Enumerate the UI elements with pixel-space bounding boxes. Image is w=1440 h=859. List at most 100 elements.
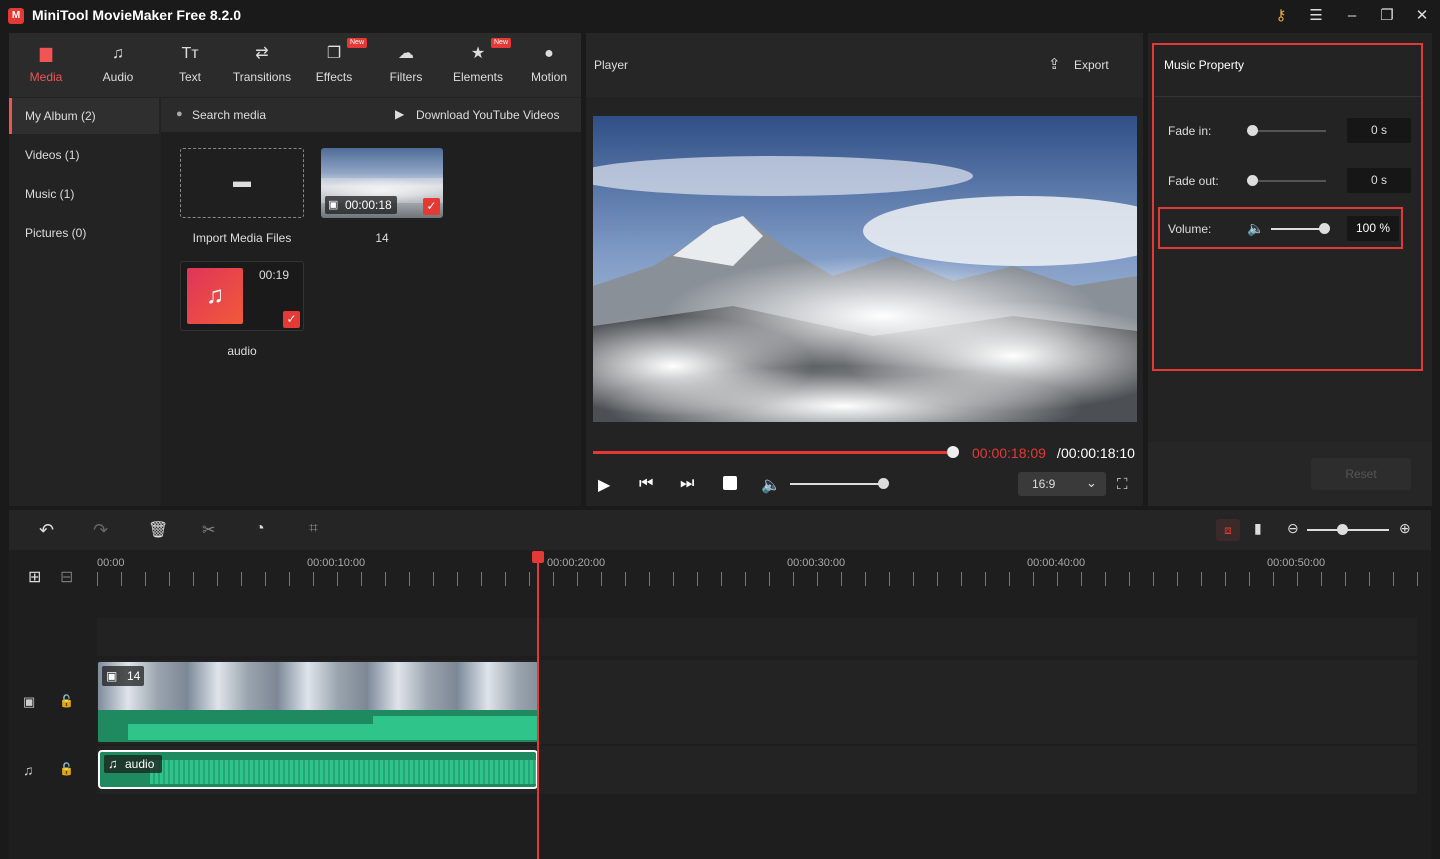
film-icon: ▣ bbox=[106, 669, 118, 683]
filters-icon: ☁ bbox=[398, 45, 414, 62]
remove-track-icon[interactable]: ⊟ bbox=[60, 567, 73, 587]
tab-transitions[interactable]: ⇄ Transitions bbox=[227, 33, 297, 97]
video-name: 14 bbox=[375, 231, 389, 245]
zoom-slider[interactable] bbox=[1307, 529, 1389, 531]
fade-in-handle[interactable] bbox=[1247, 125, 1258, 136]
tab-effects[interactable]: ❐ New Effects bbox=[299, 33, 369, 97]
empty-track bbox=[97, 618, 1417, 656]
lock-icon[interactable]: 🔓 bbox=[59, 762, 74, 776]
ruler-ticks bbox=[97, 572, 1419, 586]
video-frame-image bbox=[593, 116, 1137, 422]
track-header-column: ⊞ ⊟ ▣ 🔓 ♫ 🔓 bbox=[9, 550, 97, 859]
search-icon: ● bbox=[176, 108, 183, 120]
key-icon[interactable]: ⚷ bbox=[1270, 6, 1292, 26]
new-badge: New bbox=[347, 38, 368, 48]
audio-duration: 00:19 bbox=[259, 268, 290, 282]
minimize-icon[interactable]: – bbox=[1341, 6, 1363, 26]
timeline-ruler: 00:00 00:00:10:00 00:00:20:00 00:00:30:0… bbox=[97, 550, 1431, 590]
tab-audio[interactable]: ♫ Audio bbox=[83, 33, 153, 97]
speaker-icon[interactable]: 🔈 bbox=[1247, 220, 1264, 237]
fade-in-value[interactable]: 0 s bbox=[1347, 118, 1411, 143]
download-youtube-link[interactable]: Download YouTube Videos bbox=[416, 108, 559, 122]
player-volume-handle[interactable] bbox=[878, 478, 889, 489]
folder-icon: ▬ bbox=[233, 171, 251, 191]
album-item-music[interactable]: Music (1) bbox=[9, 176, 159, 212]
lock-icon[interactable]: 🔓 bbox=[59, 694, 74, 708]
clip-label-chip: ▣ 14 bbox=[102, 666, 144, 686]
tab-elements[interactable]: ★ New Elements bbox=[443, 33, 513, 97]
redo-icon[interactable]: ↷ bbox=[93, 520, 108, 541]
main-toolbar: ▆ Media ♫ Audio Tт Text ⇄ Transitions ❐ … bbox=[9, 33, 581, 97]
player-volume-track[interactable] bbox=[790, 483, 884, 485]
current-time: 00:00:18:09 bbox=[972, 445, 1046, 461]
add-track-icon[interactable]: ⊞ bbox=[28, 567, 41, 587]
audio-clip-waveform bbox=[150, 760, 536, 784]
tab-motion[interactable]: ● Motion bbox=[514, 33, 584, 97]
import-label: Import Media Files bbox=[192, 231, 292, 245]
music-note-icon: ♫ bbox=[108, 756, 118, 771]
speaker-icon[interactable]: 🔈 bbox=[761, 475, 781, 495]
fade-in-slider[interactable] bbox=[1252, 130, 1326, 132]
playhead-handle[interactable] bbox=[532, 551, 544, 563]
playback-progress-handle[interactable] bbox=[947, 446, 959, 458]
audio-thumbnail[interactable]: ♫ 00:19 ✓ bbox=[180, 261, 304, 331]
search-bar: ● Search media ▶ Download YouTube Videos bbox=[161, 98, 581, 132]
stop-icon[interactable] bbox=[723, 476, 737, 490]
maximize-icon[interactable]: ❐ bbox=[1376, 6, 1398, 26]
fade-out-handle[interactable] bbox=[1247, 175, 1258, 186]
checkbox-checked-icon[interactable]: ✓ bbox=[423, 198, 440, 215]
fade-out-slider[interactable] bbox=[1252, 180, 1326, 182]
video-clip-waveform bbox=[98, 710, 538, 742]
zoom-out-icon[interactable]: ⊖ bbox=[1287, 520, 1299, 537]
ruler-tick-label: 00:00:40:00 bbox=[1027, 557, 1086, 569]
aspect-ratio-select[interactable]: 16:9 ⌄ bbox=[1018, 472, 1106, 496]
snap-icon[interactable]: ⧈ bbox=[1216, 519, 1240, 541]
audio-track-icon: ♫ bbox=[23, 762, 34, 778]
playhead-line[interactable] bbox=[537, 552, 539, 859]
search-input[interactable]: Search media bbox=[192, 108, 266, 122]
fade-out-value[interactable]: 0 s bbox=[1347, 168, 1411, 193]
import-media-tile[interactable]: ▬ bbox=[180, 148, 304, 218]
next-frame-icon[interactable]: ⏭ bbox=[680, 475, 694, 493]
playback-progress-fill bbox=[593, 451, 953, 454]
delete-icon[interactable]: 🗑 bbox=[148, 520, 168, 540]
fullscreen-icon[interactable]: ⛶ bbox=[1117, 476, 1128, 493]
audio-clip-label: audio bbox=[125, 757, 155, 771]
split-icon[interactable]: ✂ bbox=[202, 520, 215, 540]
youtube-icon: ▶ bbox=[395, 107, 405, 121]
video-preview bbox=[593, 116, 1137, 422]
checkbox-checked-icon[interactable]: ✓ bbox=[283, 311, 300, 328]
zoom-handle[interactable] bbox=[1337, 524, 1348, 535]
audio-clip[interactable]: ♫ audio bbox=[98, 750, 538, 789]
volume-value[interactable]: 100 % bbox=[1347, 216, 1399, 241]
crop-icon[interactable]: ⌗ bbox=[309, 520, 318, 538]
undo-icon[interactable]: ↶ bbox=[39, 520, 54, 541]
menu-icon[interactable]: ☰ bbox=[1305, 6, 1327, 26]
fit-icon[interactable]: ▮ bbox=[1254, 520, 1262, 537]
tab-text[interactable]: Tт Text bbox=[155, 33, 225, 97]
app-title: MiniTool MovieMaker Free 8.2.0 bbox=[32, 7, 242, 23]
motion-icon: ● bbox=[544, 45, 554, 62]
export-button[interactable]: Export bbox=[1074, 58, 1109, 72]
tab-media[interactable]: ▆ Media bbox=[11, 33, 81, 97]
video-clip[interactable]: ▣ 14 bbox=[98, 662, 538, 742]
duration-chip: ▣ 00:00:18 bbox=[325, 196, 397, 214]
volume-handle[interactable] bbox=[1319, 223, 1330, 234]
zoom-in-icon[interactable]: ⊕ bbox=[1399, 520, 1411, 537]
waveform-low bbox=[128, 724, 378, 740]
play-icon[interactable]: ▶ bbox=[598, 475, 610, 495]
video-clip-frames bbox=[98, 662, 538, 710]
new-badge: New bbox=[491, 38, 512, 48]
album-item-pictures[interactable]: Pictures (0) bbox=[9, 215, 159, 251]
album-item-my-album[interactable]: My Album (2) bbox=[9, 98, 159, 134]
previous-frame-icon[interactable]: ⏮ bbox=[639, 475, 653, 493]
speed-icon[interactable]: ◔ bbox=[255, 520, 265, 538]
reset-button[interactable]: Reset bbox=[1311, 458, 1411, 490]
album-item-videos[interactable]: Videos (1) bbox=[9, 137, 159, 173]
player-header: Player ⇪ Export bbox=[586, 33, 1143, 97]
close-icon[interactable]: ✕ bbox=[1411, 6, 1433, 26]
video-thumbnail[interactable]: ▣ 00:00:18 ✓ bbox=[321, 148, 443, 218]
chevron-down-icon: ⌄ bbox=[1086, 475, 1097, 490]
tab-filters[interactable]: ☁ Filters bbox=[371, 33, 441, 97]
total-time: 00:00:18:10 bbox=[1061, 445, 1135, 461]
